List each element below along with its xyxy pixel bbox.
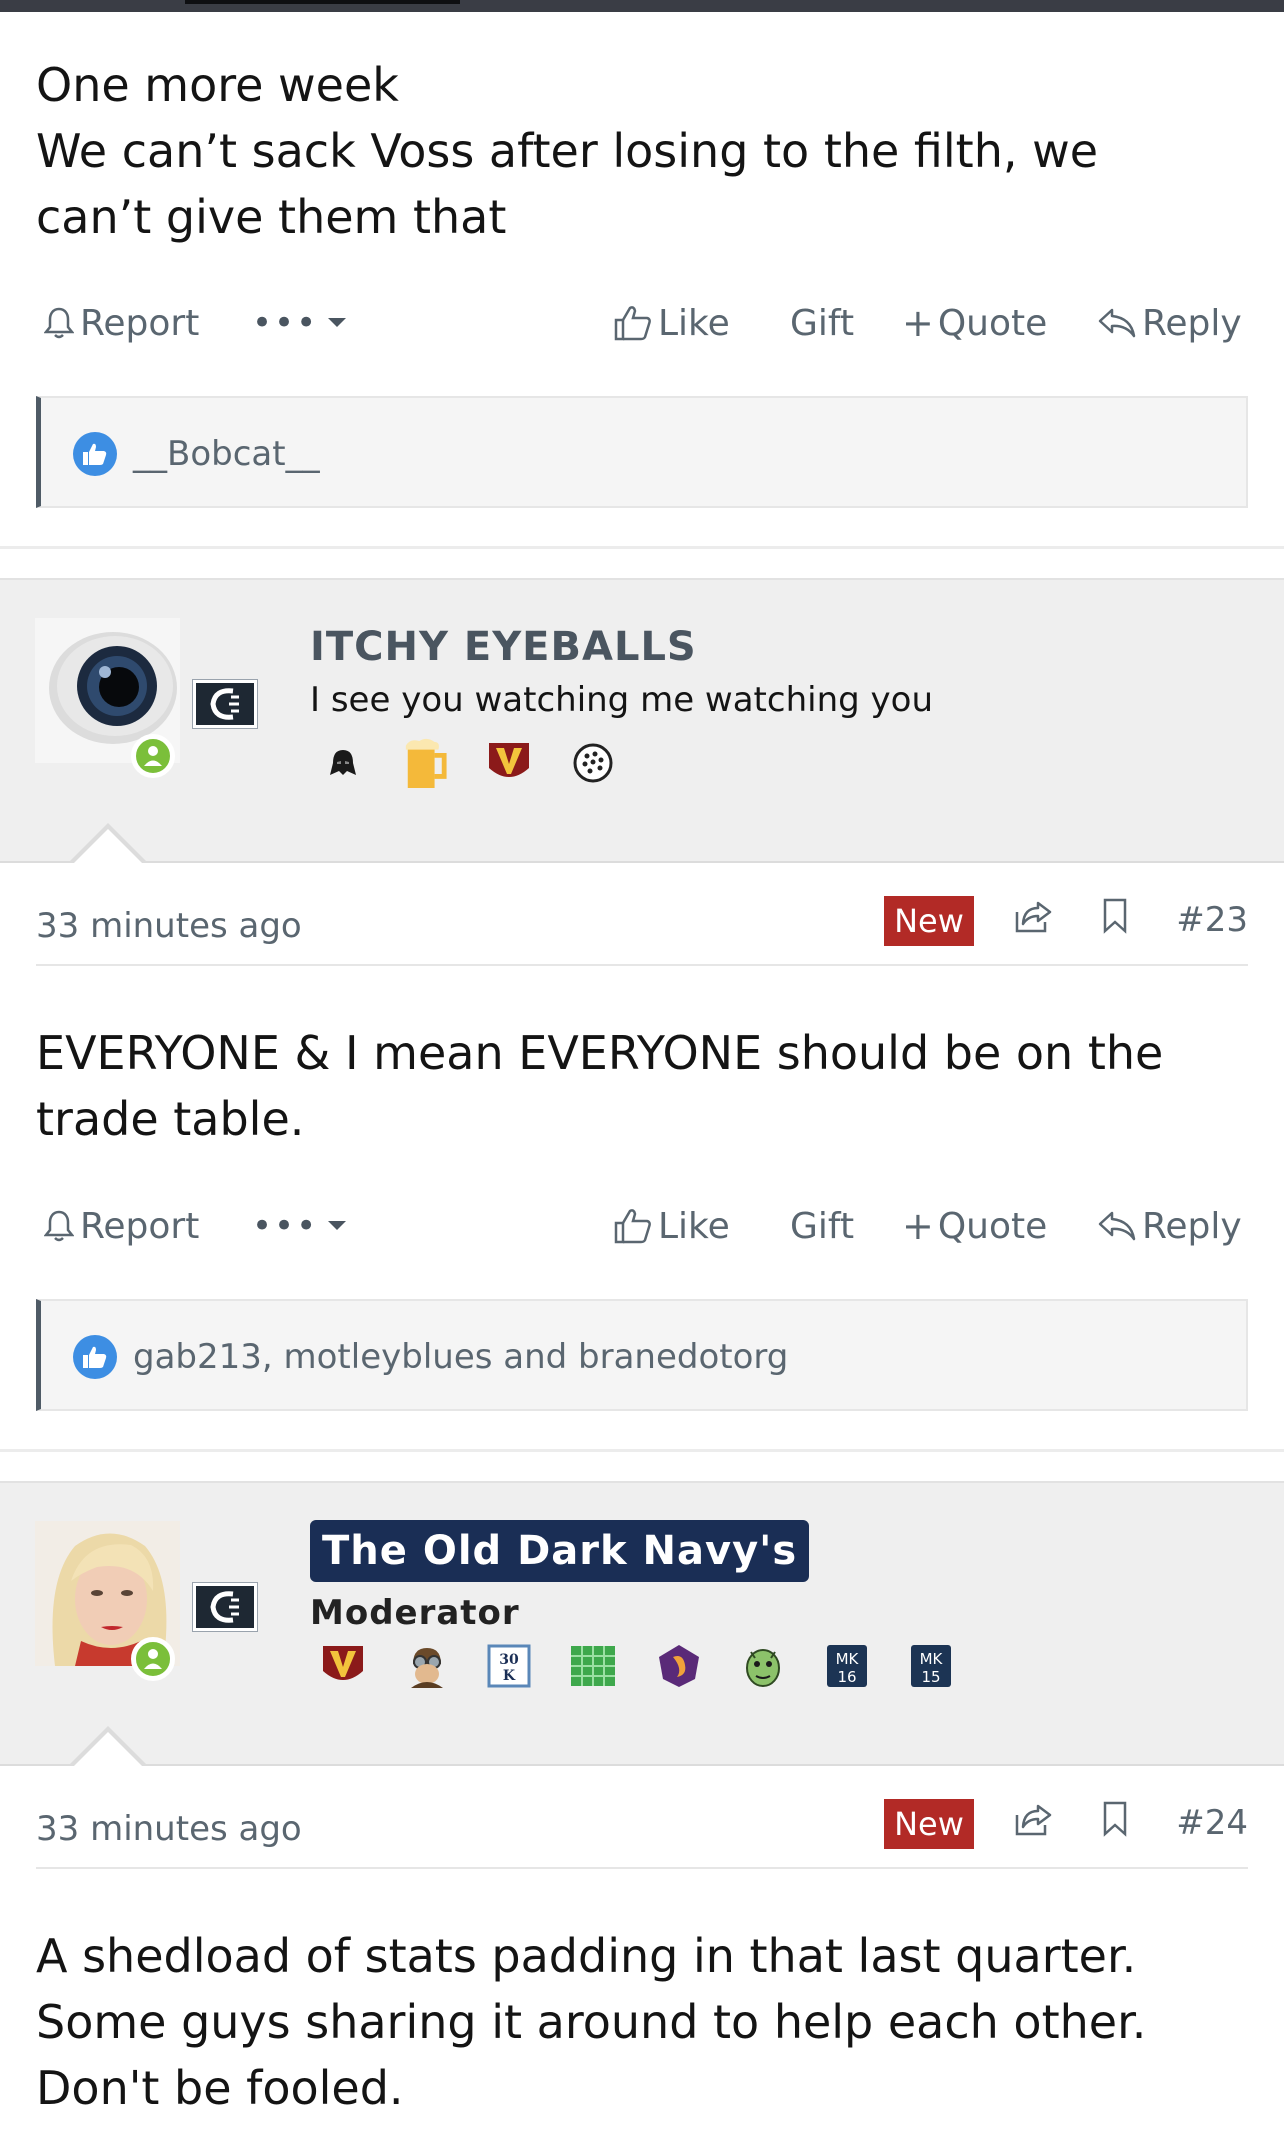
post1-actions: Report ••• Like Gift + Quote Reply <box>36 293 1248 353</box>
post3-line-3: Don't be fooled. <box>36 2061 404 2115</box>
user-title: Moderator <box>310 1593 520 1633</box>
reply-button[interactable]: Reply <box>1098 293 1242 353</box>
post1-line-3: can’t give them that <box>36 190 507 244</box>
new-badge: New <box>884 896 974 946</box>
chevron-down-icon <box>328 1221 347 1230</box>
quote-label: Quote <box>937 1205 1048 1247</box>
mk16-bottom-text: 16 <box>837 1668 856 1686</box>
post1-line-1: One more week <box>36 58 399 112</box>
online-status-icon <box>131 1637 175 1681</box>
reply-arrow-icon <box>1098 1211 1136 1241</box>
more-dots: ••• <box>252 303 319 343</box>
reply-button[interactable]: Reply <box>1098 1196 1242 1256</box>
mk15-badge-icon[interactable]: MK 15 <box>908 1643 954 1689</box>
username-link[interactable]: The Old Dark Navy's <box>310 1520 810 1582</box>
mk15-top-text: MK <box>920 1650 944 1668</box>
reaction-users[interactable]: gab213, motleyblues and branedotorg <box>133 1335 788 1379</box>
report-label: Report <box>80 1205 200 1247</box>
post-caret <box>74 829 142 863</box>
post3-meta: 33 minutes ago New #24 <box>36 1799 1248 1869</box>
post2-user-header: ITCHY EYEBALLS I see you watching me wat… <box>0 578 1284 863</box>
more-menu[interactable]: ••• <box>252 1196 348 1256</box>
bookmark-icon[interactable] <box>1102 1801 1128 1841</box>
club-logo-icon <box>192 1582 258 1632</box>
post2-body: EVERYONE & I mean EVERYONE should be on … <box>36 1020 1163 1152</box>
post2-actions: Report ••• Like Gift + Quote Reply <box>36 1196 1248 1256</box>
v-shield-badge-icon[interactable] <box>320 1643 366 1689</box>
post2-line-2: trade table. <box>36 1092 305 1146</box>
30k-top-text: 30 <box>499 1652 519 1668</box>
online-status-icon <box>131 734 175 778</box>
club-logo-icon <box>192 679 258 729</box>
green-grid-badge-icon[interactable] <box>570 1643 616 1689</box>
aviator-badge-icon[interactable] <box>404 1643 450 1689</box>
post1-body: One more week We can’t sack Voss after l… <box>36 52 1098 250</box>
gift-button[interactable]: Gift <box>790 293 854 353</box>
bell-icon <box>44 307 74 339</box>
more-dots: ••• <box>252 1206 319 1246</box>
thumbs-up-icon <box>614 306 651 341</box>
reply-label: Reply <box>1142 1205 1242 1247</box>
darth-vader-badge-icon[interactable] <box>320 740 366 786</box>
post2-line-1: EVERYONE & I mean EVERYONE should be on … <box>36 1026 1164 1080</box>
post3-user-header: The Old Dark Navy's Moderator 30 K MK 16 M… <box>0 1481 1284 1766</box>
purple-shield-badge-icon[interactable] <box>656 1643 702 1689</box>
like-button[interactable]: Like <box>614 293 730 353</box>
like-button[interactable]: Like <box>614 1196 730 1256</box>
report-link[interactable]: Report <box>44 293 199 353</box>
post2-meta: 33 minutes ago New #23 <box>36 896 1248 966</box>
post2-reactions[interactable]: gab213, motleyblues and branedotorg <box>36 1299 1248 1411</box>
post-number-link[interactable]: #23 <box>1176 900 1248 940</box>
plus-icon: + <box>902 1204 934 1248</box>
post-timestamp[interactable]: 33 minutes ago <box>36 1809 302 1849</box>
top-strip <box>0 0 1284 12</box>
share-icon[interactable] <box>1014 900 1054 938</box>
bookmark-icon[interactable] <box>1102 898 1128 938</box>
post3-line-2: Some guys sharing it around to help each… <box>36 1995 1147 2049</box>
reply-label: Reply <box>1142 302 1242 344</box>
post-timestamp[interactable]: 33 minutes ago <box>36 906 302 946</box>
30k-badge-icon[interactable]: 30 K <box>486 1643 532 1689</box>
quote-label: Quote <box>937 302 1048 344</box>
bell-icon <box>44 1210 74 1242</box>
mk15-bottom-text: 15 <box>921 1668 940 1686</box>
thumbs-up-icon <box>614 1209 651 1244</box>
header-peek <box>185 0 460 4</box>
username-link[interactable]: ITCHY EYEBALLS <box>310 624 697 670</box>
post3-body: A shedload of stats padding in that last… <box>36 1923 1146 2121</box>
post-number-link[interactable]: #24 <box>1176 1803 1248 1843</box>
golf-ball-badge-icon[interactable] <box>570 740 616 786</box>
post1-reactions[interactable]: __Bobcat__ <box>36 396 1248 508</box>
new-badge: New <box>884 1799 974 1849</box>
chevron-down-icon <box>328 318 347 327</box>
mk16-badge-icon[interactable]: MK 16 <box>824 1643 870 1689</box>
post3-line-1: A shedload of stats padding in that last… <box>36 1929 1137 1983</box>
gift-label: Gift <box>790 302 855 344</box>
mk16-top-text: MK <box>836 1650 860 1668</box>
like-label: Like <box>658 302 730 344</box>
share-icon[interactable] <box>1014 1803 1054 1841</box>
v-shield-badge-icon[interactable] <box>486 740 532 786</box>
like-label: Like <box>658 1205 730 1247</box>
plus-icon: + <box>902 301 934 345</box>
post1-line-2: We can’t sack Voss after losing to the f… <box>36 124 1099 178</box>
gift-button[interactable]: Gift <box>790 1196 854 1256</box>
quote-button[interactable]: + Quote <box>902 293 1047 353</box>
reaction-users[interactable]: __Bobcat__ <box>133 432 320 476</box>
report-link[interactable]: Report <box>44 1196 199 1256</box>
gift-label: Gift <box>790 1205 855 1247</box>
report-label: Report <box>80 302 200 344</box>
30k-bottom-text: K <box>503 1668 516 1684</box>
beer-mug-badge-icon[interactable] <box>402 736 448 792</box>
reply-arrow-icon <box>1098 308 1136 338</box>
like-reaction-icon <box>73 1335 117 1379</box>
green-face-badge-icon[interactable] <box>740 1643 786 1689</box>
post-separator <box>0 1449 1284 1452</box>
quote-button[interactable]: + Quote <box>902 1196 1047 1256</box>
user-title: I see you watching me watching you <box>310 680 933 720</box>
post-caret <box>74 1732 142 1766</box>
more-menu[interactable]: ••• <box>252 293 348 353</box>
like-reaction-icon <box>73 432 117 476</box>
post-separator <box>0 546 1284 549</box>
